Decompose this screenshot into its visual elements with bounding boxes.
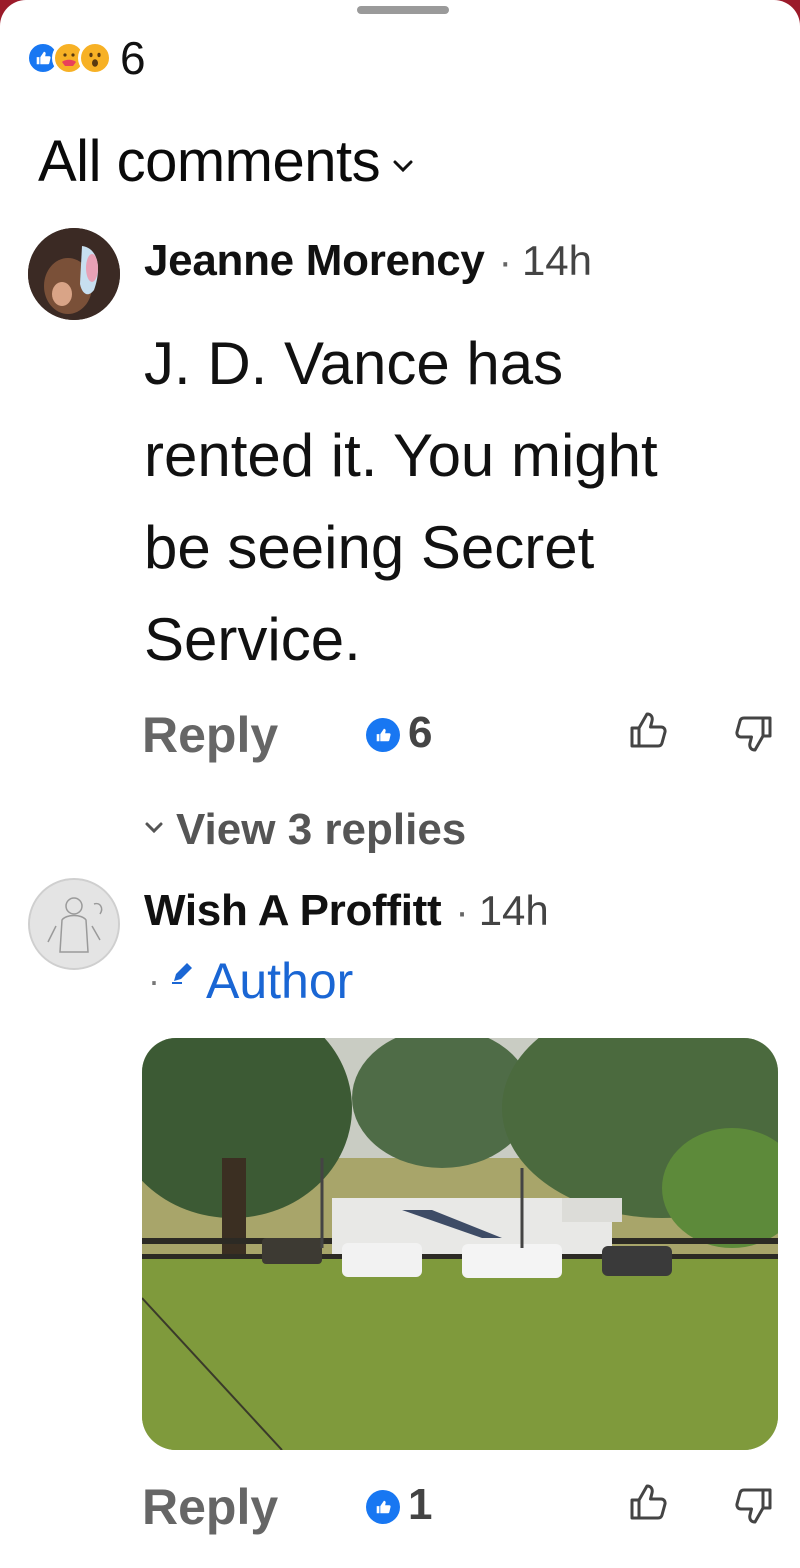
like-count[interactable]: 6 bbox=[408, 708, 432, 758]
chevron-down-icon bbox=[392, 159, 414, 178]
chevron-down-icon bbox=[144, 821, 164, 840]
like-icon bbox=[366, 718, 400, 752]
separator: · bbox=[498, 240, 512, 284]
comment-photo[interactable] bbox=[142, 1038, 778, 1450]
thumbs-up-icon[interactable] bbox=[626, 708, 668, 757]
author-name[interactable]: Jeanne Morency bbox=[144, 236, 485, 286]
thumbs-up-icon[interactable] bbox=[626, 1480, 668, 1529]
reaction-count: 6 bbox=[120, 32, 146, 84]
thumbs-down-icon[interactable] bbox=[734, 1484, 776, 1533]
reply-button[interactable]: Reply bbox=[142, 706, 278, 764]
comments-sheet: 6 All comments Jeanne Morency · 14h J. D… bbox=[0, 0, 800, 1568]
badge-dot: · bbox=[148, 960, 160, 1001]
avatar[interactable] bbox=[28, 878, 120, 970]
comment-header: Wish A Proffitt · 14h bbox=[144, 886, 549, 936]
wow-icon bbox=[78, 41, 112, 75]
comment-actions: Reply 1 bbox=[142, 1478, 782, 1538]
drag-handle[interactable] bbox=[357, 6, 449, 14]
timestamp[interactable]: 14h bbox=[479, 887, 549, 935]
timestamp[interactable]: 14h bbox=[522, 237, 592, 285]
like-count[interactable]: 1 bbox=[408, 1480, 432, 1530]
view-replies-label: View 3 replies bbox=[176, 805, 467, 854]
comment-actions: Reply 6 bbox=[142, 706, 782, 766]
view-replies-button[interactable]: View 3 replies bbox=[144, 800, 466, 860]
pencil-icon bbox=[170, 959, 196, 990]
comment-header: Jeanne Morency · 14h bbox=[144, 236, 592, 286]
separator: · bbox=[455, 890, 469, 934]
reaction-summary[interactable]: 6 bbox=[26, 30, 146, 86]
filter-label: All comments bbox=[38, 129, 381, 194]
reply-button[interactable]: Reply bbox=[142, 1478, 278, 1536]
author-badge: · Author bbox=[148, 952, 353, 1010]
thumbs-down-icon[interactable] bbox=[734, 712, 776, 761]
avatar[interactable] bbox=[28, 228, 120, 320]
author-label: Author bbox=[206, 953, 354, 1009]
like-icon bbox=[366, 1490, 400, 1524]
author-name[interactable]: Wish A Proffitt bbox=[144, 886, 442, 936]
comment-filter-dropdown[interactable]: All comments bbox=[38, 128, 414, 195]
photo-image bbox=[142, 1038, 778, 1450]
comment-text: J. D. Vance has rented it. You might be … bbox=[144, 330, 658, 673]
